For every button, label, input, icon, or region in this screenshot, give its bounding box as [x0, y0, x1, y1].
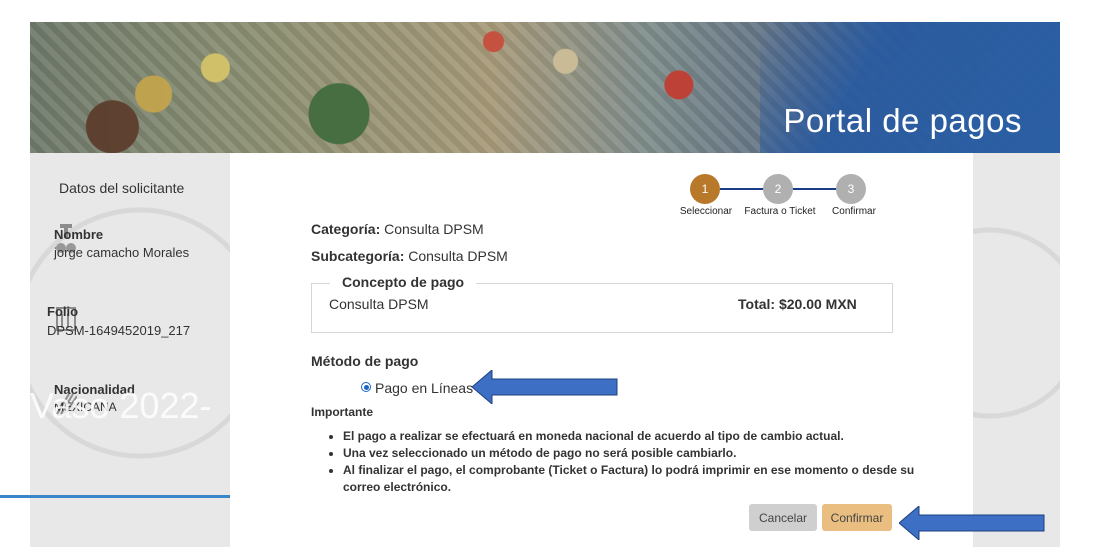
subcategoria-value: Consulta DPSM: [408, 248, 508, 264]
list-item: Una vez seleccionado un método de pago n…: [343, 445, 923, 462]
step-1-label: Seleccionar: [679, 206, 733, 217]
pago-en-lineas-label[interactable]: Pago en Líneas: [375, 380, 473, 396]
nombre-value: jorge camacho Morales: [54, 245, 190, 260]
nombre-label: Nombre: [54, 227, 104, 242]
step-1-circle: 1: [690, 174, 720, 204]
step-connector: [720, 188, 764, 190]
progress-stepper: 1 2 3 Seleccionar Factura o Ticket Confi…: [680, 172, 880, 222]
folio-label: Folio: [47, 304, 79, 319]
categoria-value: Consulta DPSM: [384, 221, 484, 237]
video-overlay-text: o Vaso 2022-: [0, 385, 212, 426]
importante-title: Importante: [311, 405, 374, 419]
step-connector: [792, 188, 836, 190]
subcategoria-label: Subcategoría:: [311, 248, 405, 264]
metodo-title: Método de pago: [311, 353, 419, 369]
portal-title: Portal de pagos: [783, 102, 1022, 139]
folio-value: DPSM-1649452019_217: [47, 323, 191, 338]
list-item: El pago a realizar se efectuará en moned…: [343, 428, 923, 445]
step-2-circle: 2: [763, 174, 793, 204]
annotation-arrow-left-icon: [472, 370, 618, 404]
categoria-row: Categoría: Consulta DPSM: [311, 221, 484, 237]
header-banner: Portal de pagos: [30, 22, 1060, 153]
step-3-circle: 3: [836, 174, 866, 204]
subcategoria-row: Subcategoría: Consulta DPSM: [311, 248, 508, 264]
categoria-label: Categoría:: [311, 221, 381, 237]
annotation-arrow-left-icon: [899, 506, 1045, 540]
pago-en-lineas-radio[interactable]: [361, 382, 371, 392]
cancel-button[interactable]: Cancelar: [749, 504, 817, 531]
importante-list: El pago a realizar se efectuará en moned…: [329, 428, 923, 496]
confirm-button[interactable]: Confirmar: [822, 504, 892, 531]
concepto-legend: Concepto de pago: [330, 274, 477, 290]
concepto-total: Total: $20.00 MXN: [738, 296, 857, 312]
list-item: Al finalizar el pago, el comprobante (Ti…: [343, 462, 923, 496]
step-2-label: Factura o Ticket: [744, 206, 816, 217]
concepto-name: Consulta DPSM: [329, 296, 429, 312]
applicant-section-title: Datos del solicitante: [59, 180, 185, 196]
step-3-label: Confirmar: [832, 206, 876, 217]
